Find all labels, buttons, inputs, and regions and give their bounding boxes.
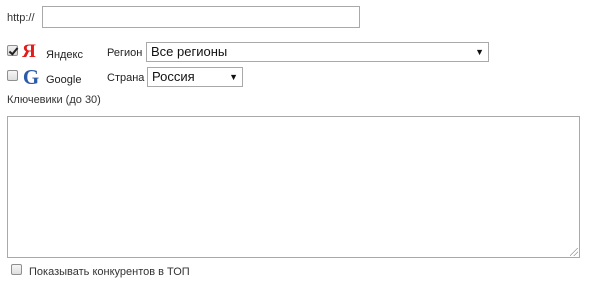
- resize-grip-icon[interactable]: [570, 248, 578, 256]
- keywords-textarea[interactable]: [7, 116, 580, 258]
- keywords-label: Ключевики (до 30): [7, 94, 101, 106]
- google-checkbox[interactable]: [7, 70, 18, 81]
- country-select-value: Россия: [152, 69, 195, 84]
- yandex-label: Яндекс: [46, 49, 83, 61]
- region-label: Регион: [107, 47, 143, 59]
- url-input[interactable]: [42, 6, 360, 28]
- yandex-logo-icon: Я: [22, 41, 36, 62]
- chevron-down-icon: ▼: [229, 72, 238, 82]
- region-select-value: Все регионы: [151, 44, 228, 59]
- show-competitors-label: Показывать конкурентов в ТОП: [29, 266, 190, 278]
- country-label: Страна: [107, 72, 145, 84]
- chevron-down-icon: ▼: [475, 47, 484, 57]
- show-competitors-checkbox[interactable]: [11, 264, 22, 275]
- region-select[interactable]: Все регионы ▼: [146, 42, 489, 62]
- yandex-checkbox[interactable]: [7, 45, 18, 56]
- url-prefix-label: http://: [7, 12, 35, 24]
- country-select[interactable]: Россия ▼: [147, 67, 243, 87]
- google-logo-icon: G: [22, 65, 40, 89]
- google-label: Google: [46, 74, 82, 86]
